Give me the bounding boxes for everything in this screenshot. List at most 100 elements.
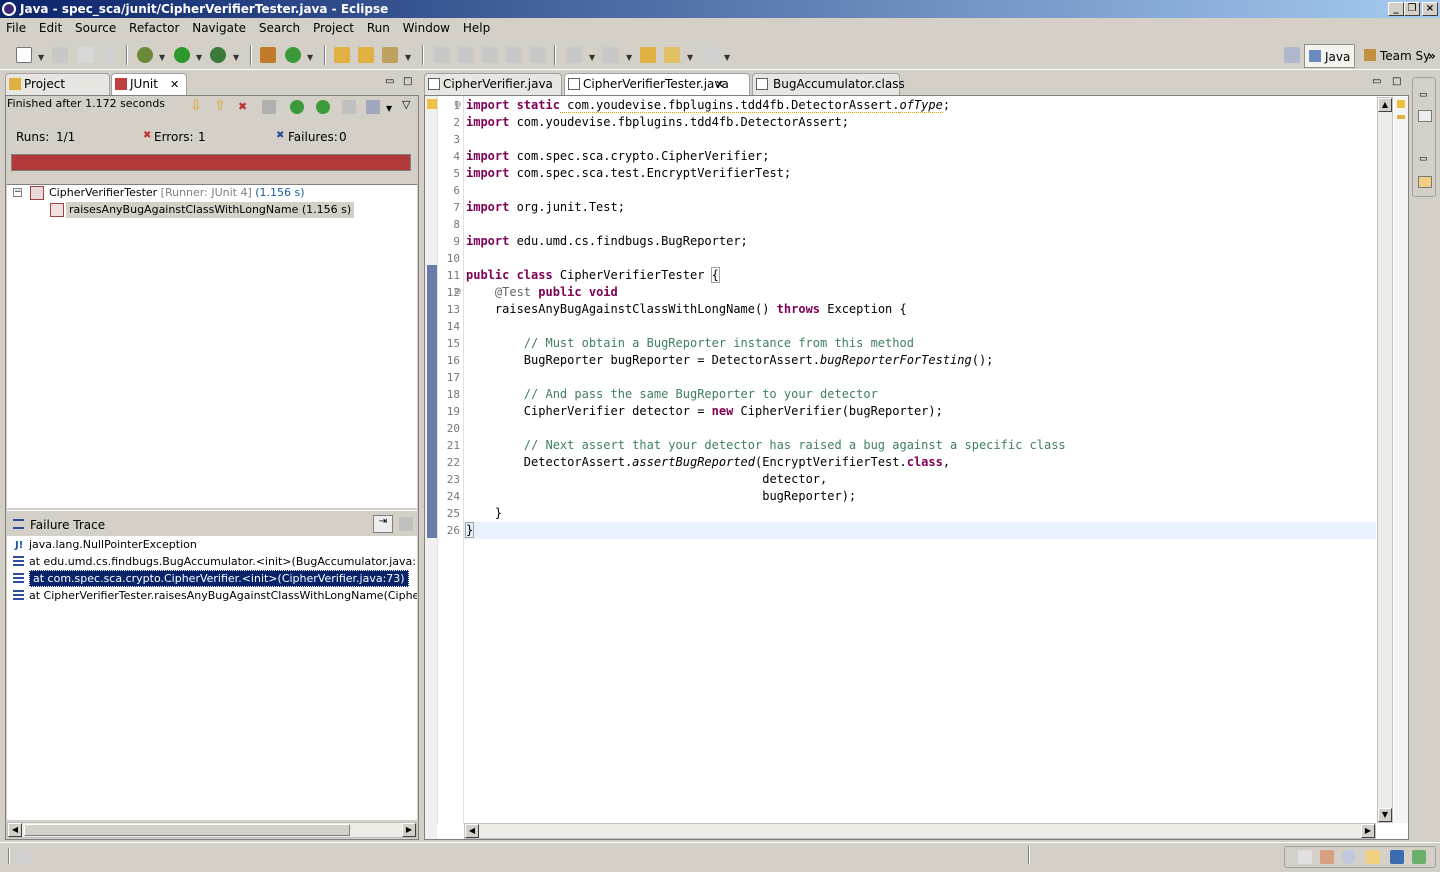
save-icon[interactable] [52,47,68,63]
menu-navigate[interactable]: Navigate [192,21,246,35]
fold-icon[interactable]: ⊖ [454,100,462,110]
show-whitespace-icon[interactable] [506,47,522,63]
console-view-icon[interactable] [1390,850,1404,864]
editor-vertical-scrollbar[interactable]: ▲ ▼ [1377,97,1393,823]
toggle-breadcrumb-icon[interactable] [458,47,474,63]
search-icon[interactable] [382,47,398,63]
tab-junit[interactable]: JUnit ✕ [111,73,187,96]
rerun-failures-first-icon[interactable] [316,100,330,114]
restore-button[interactable]: ❐ [1404,2,1420,16]
pilcrow-icon[interactable] [530,47,546,63]
chevron-down-icon[interactable]: ▼ [386,104,392,113]
collapse-icon[interactable]: − [13,188,22,197]
maximize-view-icon[interactable]: □ [403,76,412,87]
menu-edit[interactable]: Edit [39,21,62,35]
run-icon[interactable] [174,47,190,63]
tasks-view-icon[interactable] [1418,176,1432,188]
outline-view-icon[interactable] [1418,110,1432,122]
code-text[interactable]: import static com.youdevise.fbplugins.td… [464,97,1376,539]
menu-run[interactable]: Run [367,21,390,35]
tree-test-case[interactable]: raisesAnyBugAgainstClassWithLongName (1.… [66,202,355,218]
forward-icon[interactable] [702,47,718,63]
block-selection-icon[interactable] [482,47,498,63]
javadoc-view-icon[interactable] [1342,850,1356,864]
minimize-button[interactable]: _ [1388,2,1404,16]
menu-help[interactable]: Help [463,21,490,35]
chevron-down-icon[interactable]: ▼ [687,53,693,62]
tree-suite[interactable]: CipherVerifierTester [Runner: JUnit 4] (… [49,186,305,199]
scroll-right-button[interactable]: ▶ [402,823,416,837]
trace-line-selected[interactable]: at com.spec.sca.crypto.CipherVerifier.<i… [7,570,417,587]
open-resource-icon[interactable] [358,47,374,63]
tab-cipherverifier-java[interactable]: CipherVerifier.java [424,73,562,95]
trace-line[interactable]: at CipherVerifierTester.raisesAnyBugAgai… [7,587,417,604]
scroll-left-button[interactable]: ◀ [465,824,479,838]
declaration-view-icon[interactable] [1366,850,1380,864]
test-run-history-icon[interactable] [366,100,380,114]
open-type-icon[interactable] [334,47,350,63]
next-annotation-icon[interactable] [566,47,582,63]
trace-line[interactable]: J! java.lang.NullPointerException [7,536,417,553]
chevron-down-icon[interactable]: ▼ [233,53,239,62]
close-icon[interactable]: ✕ [170,75,179,95]
warning-marker[interactable] [1397,100,1405,108]
close-button[interactable]: × [1422,2,1438,16]
minimize-view-icon[interactable]: ▭ [1372,76,1381,87]
previous-failure-icon[interactable]: ⇧ [214,99,228,114]
next-failure-icon[interactable]: ⇩ [190,99,204,114]
debug-icon[interactable] [137,47,153,63]
previous-annotation-icon[interactable] [603,47,619,63]
scroll-up-button[interactable]: ▲ [1378,98,1392,112]
chevron-down-icon[interactable]: ▼ [626,53,632,62]
rerun-test-icon[interactable] [290,100,304,114]
scroll-lock-icon[interactable] [262,100,276,114]
tab-cipherverifiertester-java[interactable]: CipherVerifierTester.java ✕ [564,73,750,96]
menu-refactor[interactable]: Refactor [129,21,179,35]
menu-search[interactable]: Search [259,21,300,35]
print-icon[interactable] [100,47,116,63]
minimize-view-icon[interactable]: ▭ [385,76,394,87]
menu-window[interactable]: Window [403,21,450,35]
maximize-view-icon[interactable]: □ [1392,76,1401,87]
save-all-icon[interactable] [78,47,94,63]
more-perspectives-button[interactable]: » [1424,44,1440,68]
open-perspective-icon[interactable] [1284,47,1300,63]
back-icon[interactable] [664,47,680,63]
view-menu-icon[interactable]: ▽ [402,98,410,111]
editor-horizontal-scrollbar[interactable]: ◀ ▶ [464,823,1376,839]
close-icon[interactable]: ✕ [715,75,724,95]
last-edit-location-icon[interactable] [640,47,656,63]
show-failures-only-icon[interactable]: ✖ [238,100,252,114]
new-java-project-icon[interactable] [260,47,276,63]
filter-stack-icon[interactable]: ⇥ [373,515,393,533]
chevron-down-icon[interactable]: ▼ [724,53,730,62]
warning-icon[interactable] [427,99,437,109]
fast-view-icon[interactable] [16,850,30,864]
menu-source[interactable]: Source [75,21,116,35]
chevron-down-icon[interactable]: ▼ [38,53,44,62]
scroll-right-button[interactable]: ▶ [1361,824,1375,838]
chevron-down-icon[interactable]: ▼ [196,53,202,62]
perspective-java[interactable]: Java [1304,44,1356,68]
new-class-icon[interactable] [285,47,301,63]
stop-icon[interactable] [342,100,356,114]
chevron-down-icon[interactable]: ▼ [589,53,595,62]
warning-marker[interactable] [1397,115,1405,119]
tab-project-explorer[interactable]: Project Explorer [5,73,110,111]
scroll-down-button[interactable]: ▼ [1378,808,1392,822]
menu-file[interactable]: File [6,21,26,35]
toggle-mark-occurrences-icon[interactable] [434,47,450,63]
menu-project[interactable]: Project [313,21,354,35]
trace-line[interactable]: at edu.umd.cs.findbugs.BugAccumulator.<i… [7,553,417,570]
chevron-down-icon[interactable]: ▼ [159,53,165,62]
problems-view-icon[interactable] [1320,850,1334,864]
restore-view-icon[interactable]: ▭ [1419,154,1428,164]
chevron-down-icon[interactable]: ▼ [307,53,313,62]
new-icon[interactable] [16,47,32,63]
restore-view-icon[interactable]: ▭ [1419,90,1428,100]
restore-view-icon[interactable] [1298,850,1312,864]
fold-icon[interactable]: ⊖ [454,287,462,297]
chevron-down-icon[interactable]: ▼ [405,53,411,62]
tab-bugaccumulator-class[interactable]: BugAccumulator.class [752,73,905,95]
progress-view-icon[interactable] [1412,850,1426,864]
